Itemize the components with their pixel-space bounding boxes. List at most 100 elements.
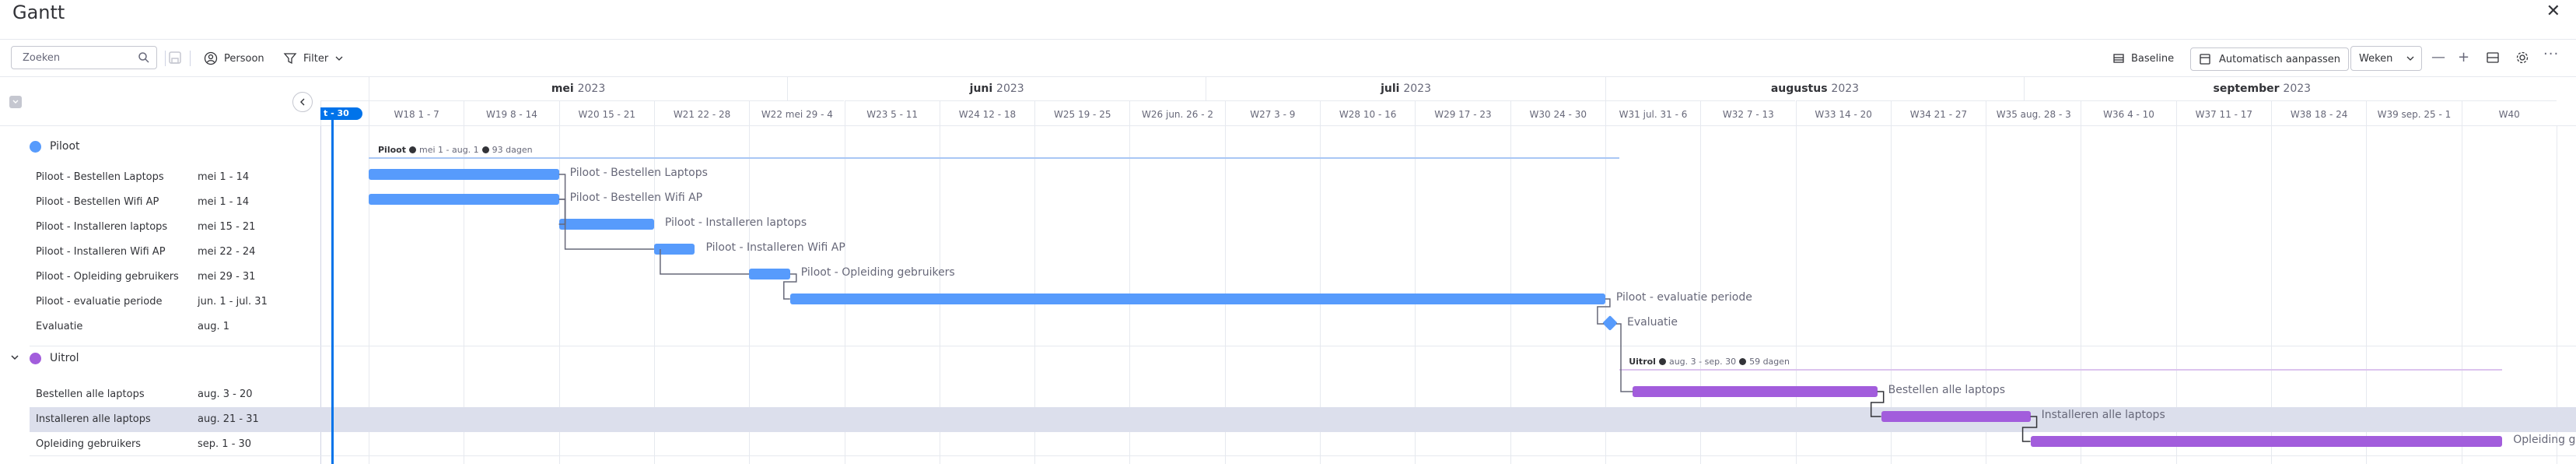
month-header: mei 2023	[369, 77, 787, 100]
task-bar-label: Piloot - Installeren laptops	[664, 216, 807, 229]
summary-dates: mei 1 - aug. 1	[418, 145, 479, 155]
summary-dates: aug. 3 - sep. 30	[1668, 357, 1737, 367]
search-input[interactable]	[12, 47, 128, 69]
task-bar[interactable]	[2030, 436, 2503, 447]
task-dates: aug. 3 - 20	[198, 388, 253, 400]
summary-name: Piloot	[378, 145, 406, 155]
task-row[interactable]: Installeren alle laptops aug. 21 - 31	[0, 407, 320, 432]
group-color-dot	[30, 353, 41, 364]
month-year: 2023	[577, 83, 606, 95]
week-header: W31 jul. 31 - 6	[1605, 100, 1701, 125]
task-bar-label: Bestellen alle laptops	[1888, 384, 2006, 396]
person-icon	[204, 51, 218, 65]
task-name: Piloot - Opleiding gebruikers	[36, 271, 179, 283]
week-header: W28 10 - 16	[1320, 100, 1416, 125]
task-bar-label: Opleiding gebruikers	[2513, 434, 2576, 446]
more-options-icon[interactable]: ···	[2543, 46, 2559, 62]
task-row[interactable]: Piloot - evaluatie periode jun. 1 - jul. …	[0, 290, 320, 315]
group-color-dot	[30, 141, 41, 153]
zoom-in-icon[interactable]: +	[2458, 49, 2469, 65]
month-year: 2023	[2283, 83, 2312, 95]
task-name: Installeren alle laptops	[36, 413, 151, 425]
search-icon	[138, 52, 149, 63]
selected-row-highlight	[30, 407, 2576, 432]
collapse-sidebar-button[interactable]	[292, 92, 313, 112]
task-name: Piloot - evaluatie periode	[36, 296, 163, 308]
save-view-icon[interactable]	[168, 51, 182, 65]
week-header: W23 5 - 11	[844, 100, 940, 125]
group-summary-bar	[369, 157, 1620, 159]
task-name: Bestellen alle laptops	[36, 388, 145, 400]
chevron-left-icon	[300, 98, 305, 106]
week-header: W36 4 - 10	[2081, 100, 2176, 125]
week-header: W24 12 - 18	[939, 100, 1035, 125]
autofit-label: Automatisch aanpassen	[2219, 53, 2340, 65]
task-name: Opleiding gebruikers	[36, 438, 142, 450]
week-header: W30 24 - 30	[1510, 100, 1605, 125]
task-row[interactable]: Piloot - Bestellen Wifi AP mei 1 - 14	[0, 190, 320, 215]
task-bar[interactable]	[749, 269, 790, 279]
group-header[interactable]: Piloot	[0, 134, 320, 159]
task-bar[interactable]	[558, 219, 654, 230]
task-bar[interactable]	[369, 169, 559, 180]
filter-button[interactable]: Filter	[283, 47, 344, 69]
task-dates: mei 1 - 14	[198, 196, 250, 208]
week-header: W40	[2461, 100, 2557, 125]
task-row[interactable]: Piloot - Installeren Wifi AP mei 22 - 24	[0, 240, 320, 265]
task-bar[interactable]	[1633, 386, 1878, 397]
toolbar: Persoon Filter Baseline Automatisch aanp…	[0, 39, 2576, 76]
task-dates: aug. 21 - 31	[198, 413, 259, 425]
zoom-out-icon[interactable]: —	[2431, 49, 2445, 65]
today-label: t - 30	[320, 107, 362, 120]
dot-icon	[481, 146, 489, 153]
task-name: Evaluatie	[36, 321, 83, 332]
group-name: Piloot	[50, 140, 80, 153]
layout-icon[interactable]	[2486, 51, 2500, 65]
expand-all-icon[interactable]	[9, 96, 22, 108]
task-row[interactable]: Opleiding gebruikers sep. 1 - 30	[0, 432, 320, 457]
task-bar-label: Piloot - Bestellen Laptops	[569, 167, 708, 179]
close-icon[interactable]: ✕	[2546, 2, 2560, 21]
search-box[interactable]	[11, 46, 157, 69]
person-filter-button[interactable]: Persoon	[204, 47, 264, 69]
week-header: W27 3 - 9	[1224, 100, 1320, 125]
task-bar-label: Piloot - evaluatie periode	[1615, 291, 1752, 304]
month-name: juli	[1381, 83, 1400, 95]
toolbar-divider	[190, 51, 191, 66]
baseline-button[interactable]: Baseline	[2112, 47, 2174, 69]
group-summary-label: Piloot mei 1 - aug. 1 93 dagen	[378, 145, 533, 155]
task-bar[interactable]	[369, 194, 559, 205]
group-summary-label: Uitrol aug. 3 - sep. 30 59 dagen	[1629, 357, 1790, 367]
task-row[interactable]: Bestellen alle laptops aug. 3 - 20	[0, 382, 320, 407]
week-header: W35 aug. 28 - 3	[1986, 100, 2081, 125]
task-name: Piloot - Installeren laptops	[36, 221, 168, 233]
group-header[interactable]: Uitrol	[0, 346, 320, 371]
task-row[interactable]: Piloot - Opleiding gebruikers mei 29 - 31	[0, 265, 320, 290]
task-bar-label: Piloot - Opleiding gebruikers	[800, 266, 955, 279]
milestone-label: Evaluatie	[1627, 316, 1678, 329]
chevron-down-icon	[335, 56, 343, 61]
task-bar[interactable]	[789, 294, 1605, 304]
task-dates: mei 22 - 24	[198, 246, 256, 258]
week-header: W37 11 - 17	[2175, 100, 2271, 125]
page-title: Gantt	[12, 2, 65, 23]
toolbar-divider	[165, 51, 166, 66]
task-row[interactable]: Piloot - Installeren laptops mei 15 - 21	[0, 215, 320, 240]
settings-icon[interactable]	[2515, 51, 2529, 65]
dot-icon	[408, 146, 416, 153]
task-bar[interactable]	[653, 244, 695, 255]
task-bar-label: Piloot - Bestellen Wifi AP	[569, 192, 703, 204]
chevron-down-icon[interactable]	[9, 352, 20, 363]
task-row[interactable]: Piloot - Bestellen Laptops mei 1 - 14	[0, 165, 320, 190]
week-header: W22 mei 29 - 4	[749, 100, 845, 125]
scale-select[interactable]: Weken	[2350, 46, 2422, 71]
group-separator	[30, 455, 2576, 456]
month-name: mei	[551, 83, 574, 95]
month-name: juni	[969, 83, 993, 95]
task-bar[interactable]	[1881, 411, 2031, 422]
task-row[interactable]: Evaluatie aug. 1	[0, 315, 320, 339]
baseline-icon	[2113, 54, 2124, 63]
task-bar-label: Installeren alle laptops	[2041, 409, 2165, 421]
week-header: W18 1 - 7	[369, 100, 464, 125]
autofit-button[interactable]: Automatisch aanpassen	[2190, 47, 2349, 71]
